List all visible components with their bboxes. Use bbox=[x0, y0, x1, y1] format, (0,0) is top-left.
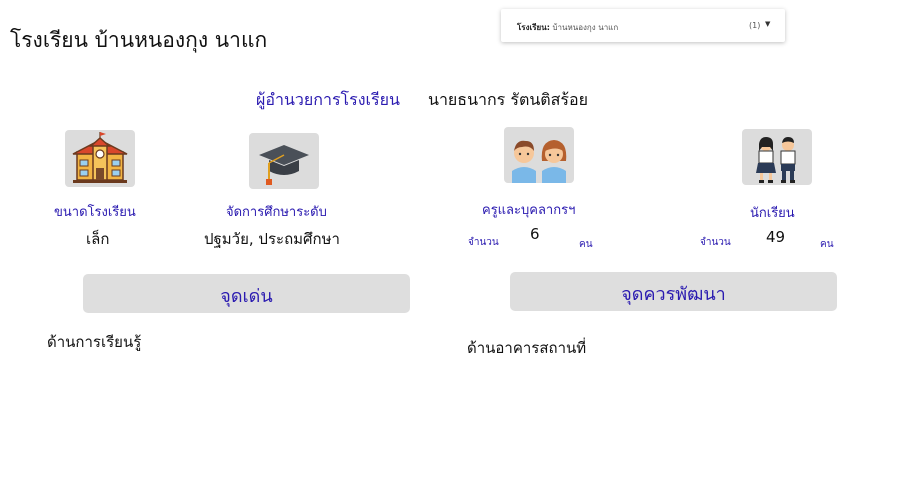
education-level-label: จัดการศึกษาระดับ bbox=[226, 205, 327, 220]
improvements-item: ด้านอาคารสถานที่ bbox=[467, 339, 587, 357]
director-name: นายธนากร รัตนติสร้อย bbox=[428, 90, 589, 109]
strengths-item: ด้านการเรียนรู้ bbox=[47, 333, 142, 351]
students-count: 49 bbox=[766, 228, 786, 246]
school-filter-text: โรงเรียน: บ้านหนองกุง นาแก bbox=[517, 21, 618, 34]
teachers-label: ครูและบุคลากรฯ bbox=[482, 203, 576, 218]
page-title: โรงเรียน บ้านหนองกุง นาแก bbox=[10, 28, 268, 52]
teachers-count: 6 bbox=[530, 225, 540, 243]
director-label: ผู้อำนวยการโรงเรียน bbox=[256, 90, 400, 109]
school-filter-value: บ้านหนองกุง นาแก bbox=[552, 23, 619, 32]
teachers-unit: คน bbox=[579, 239, 593, 250]
students-prefix: จำนวน bbox=[700, 237, 731, 248]
students-unit: คน bbox=[820, 239, 834, 250]
students-label: นักเรียน bbox=[750, 206, 795, 221]
strengths-button[interactable]: จุดเด่น bbox=[83, 274, 410, 313]
school-size-label: ขนาดโรงเรียน bbox=[54, 205, 136, 220]
graduation-cap-icon bbox=[249, 133, 319, 189]
school-filter-dropdown[interactable]: โรงเรียน: บ้านหนองกุง นาแก (1) ▼ bbox=[501, 9, 785, 42]
teachers-prefix: จำนวน bbox=[468, 237, 499, 248]
students-icon bbox=[742, 129, 812, 185]
education-level-value: ปฐมวัย, ประถมศึกษา bbox=[204, 230, 340, 248]
school-size-value: เล็ก bbox=[86, 230, 110, 248]
improvements-button[interactable]: จุดควรพัฒนา bbox=[510, 272, 837, 311]
chevron-down-icon: ▼ bbox=[765, 20, 771, 28]
school-filter-label: โรงเรียน: bbox=[517, 23, 550, 32]
school-filter-count: (1) bbox=[749, 21, 761, 30]
school-building-icon bbox=[65, 130, 135, 187]
teachers-icon bbox=[504, 127, 574, 183]
